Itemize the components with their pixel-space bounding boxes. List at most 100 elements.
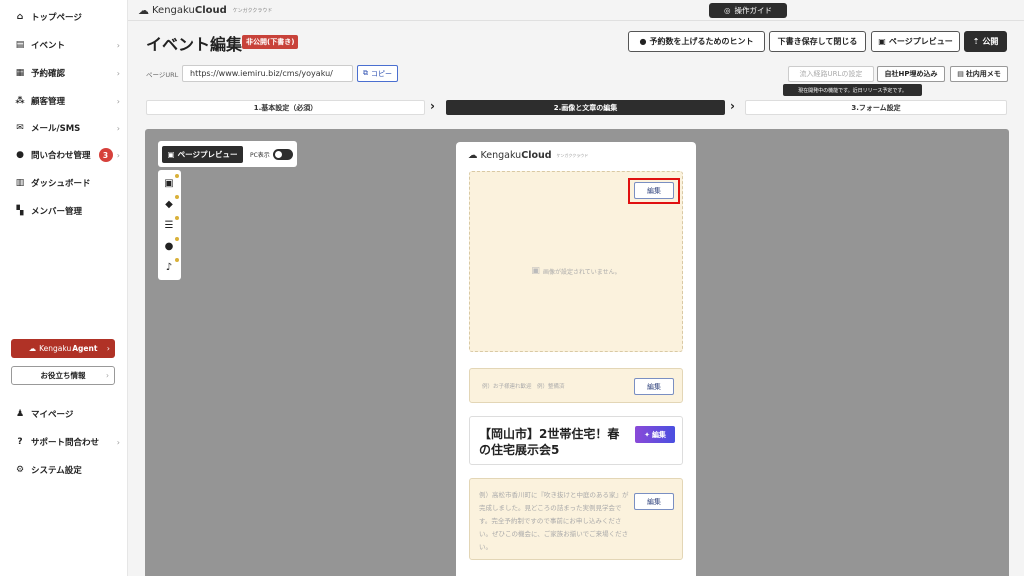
image-edit-button[interactable]: 編集 — [634, 182, 674, 199]
brand-logo[interactable]: ☁ Kengaku Cloud ケンガククラウド — [138, 4, 272, 17]
list-tool-icon[interactable]: ☰ — [163, 216, 179, 231]
publish-label: 公開 — [982, 37, 999, 46]
chat-tool-icon[interactable]: ● — [163, 237, 179, 252]
users-icon: ⁂ — [15, 96, 25, 106]
home-icon: ⌂ — [16, 12, 24, 22]
copy-label: コピー — [371, 69, 392, 78]
step-basic-settings[interactable]: 1.基本設定（必須） — [146, 100, 425, 115]
editor-canvas: ▣ ページプレビュー PC表示 ▣ ◆ ☰ ● ♪ ☁ Kengaku Cloud… — [145, 129, 1009, 576]
phone-brand-bold: Cloud — [521, 150, 552, 161]
sidebar-item-system-settings[interactable]: ⚙ システム設定 — [14, 462, 120, 478]
phone-brand-prefix: Kengaku — [480, 150, 522, 161]
sidebar-item-inquiries[interactable]: ● 問い合わせ管理 3 › — [14, 147, 120, 163]
chevron-right-icon: › — [106, 344, 110, 353]
page-preview-toggle-button[interactable]: ▣ ページプレビュー — [162, 145, 243, 163]
copy-button[interactable]: ⧉ コピー — [357, 65, 398, 82]
grid-icon: ▚ — [16, 206, 24, 216]
sidebar-item-label: サポート問合わせ — [31, 438, 100, 448]
sidebar-item-top[interactable]: ⌂ トップページ — [14, 9, 120, 25]
copy-icon: ⧉ — [363, 69, 368, 77]
useful-info-label: お役立ち情報 — [40, 371, 86, 380]
embed-hp-button[interactable]: 自社HP埋め込み — [877, 66, 945, 82]
event-title: 【岡山市】2世帯住宅！春の住宅展示会5 — [479, 427, 620, 457]
tooltip: 現在開発中の機能です。近日リリース予定です。 — [783, 84, 922, 96]
embed-label: 自社HP埋め込み — [884, 70, 938, 78]
calendar-icon: ▦ — [15, 68, 25, 78]
preview-icon: ▣ — [878, 37, 886, 46]
sidebar-item-label: イベント — [31, 41, 66, 51]
ai-edit-label: 編集 — [651, 430, 666, 439]
save-draft-close-button[interactable]: 下書き保存して閉じる — [769, 31, 866, 52]
sidebar-item-label: トップページ — [31, 13, 82, 23]
chevron-right-icon: › — [116, 150, 120, 160]
tag-placeholder: 例）お子様連れ歓迎 例）整備済 — [482, 384, 565, 390]
topbar: ☁ Kengaku Cloud ケンガククラウド ◎ 操作ガイド — [128, 0, 1024, 21]
step-form-settings[interactable]: 3.フォーム設定 — [745, 100, 1007, 115]
event-title-block[interactable]: 【岡山市】2世帯住宅！春の住宅展示会5 ✦ 編集 — [469, 416, 683, 465]
brand-kana: ケンガククラウド — [232, 8, 273, 14]
operation-guide-button[interactable]: ◎ 操作ガイド — [709, 3, 787, 18]
title-ai-edit-button[interactable]: ✦ 編集 — [635, 426, 675, 443]
pc-view-toggle[interactable] — [272, 148, 293, 160]
image-tool-icon[interactable]: ▣ — [163, 174, 179, 189]
person-icon: ♟ — [15, 409, 25, 419]
hint-label: 予約数を上げるためのヒント — [649, 37, 754, 46]
sidebar-item-customers[interactable]: ⁂ 顧客管理 › — [14, 93, 120, 109]
preview-toolbar: ▣ ページプレビュー PC表示 — [158, 141, 297, 167]
page-url-field[interactable]: https://www.iemiru.biz/cms/yoyaku/ — [182, 65, 353, 82]
sidebar-item-label: メンバー管理 — [31, 207, 83, 217]
tag-tool-icon[interactable]: ◆ — [163, 195, 179, 210]
save-close-label: 下書き保存して閉じる — [777, 37, 858, 46]
sidebar-item-dashboard[interactable]: ▥ ダッシュボード — [14, 175, 120, 191]
chevron-right-icon: › — [116, 123, 120, 133]
description-block[interactable]: 例）高松市香川町に『吹き抜けと中庭のある家』が完成しました。見どころの詰まった実… — [469, 478, 683, 560]
phone-brand-logo: ☁ Kengaku Cloud ケンガククラウド — [468, 150, 588, 161]
gear-icon: ⚙ — [15, 465, 25, 475]
sidebar-item-event[interactable]: ▤ イベント › — [14, 37, 120, 53]
preview-label: ページプレビュー — [888, 37, 953, 46]
cloud-logo-icon: ☁ — [468, 150, 478, 161]
sidebar-item-label: ダッシュボード — [31, 179, 91, 189]
cloud-logo-icon: ☁ — [138, 4, 149, 17]
page-preview-button[interactable]: ▣ ページプレビュー — [871, 31, 960, 52]
brand-bold: Cloud — [194, 5, 227, 16]
sidebar-item-mypage[interactable]: ♟ マイページ — [14, 406, 120, 422]
sparkle-icon: ✦ — [644, 430, 650, 439]
internal-memo-button[interactable]: ▤ 社内用メモ — [950, 66, 1008, 82]
sidebar-item-label: マイページ — [31, 410, 74, 420]
bell-tool-icon[interactable]: ♪ — [163, 258, 179, 273]
kengaku-agent-button[interactable]: ☁ Kengaku Agent › — [11, 339, 115, 358]
help-icon: ? — [17, 437, 23, 447]
sidebar-item-support[interactable]: ? サポート問合わせ › — [14, 434, 120, 450]
agent-bold: Agent — [72, 344, 98, 353]
step-image-text-edit[interactable]: 2.画像と文章の編集 — [446, 100, 725, 115]
phone-brand-kana: ケンガククラウド — [556, 152, 589, 158]
publish-button[interactable]: ⇡ 公開 — [964, 31, 1007, 52]
sidebar-item-reservations[interactable]: ▦ 予約確認 › — [14, 65, 120, 81]
pp-label: ページプレビュー — [177, 149, 238, 159]
sidebar-item-label: 予約確認 — [31, 69, 66, 79]
page-title: イベント編集 — [146, 35, 243, 54]
main-image-block[interactable]: 編集 ▣ 画像が設定されていません。 — [469, 171, 683, 352]
description-edit-button[interactable]: 編集 — [634, 493, 674, 510]
chart-icon: ▥ — [15, 178, 25, 188]
tag-edit-button[interactable]: 編集 — [634, 378, 674, 395]
description-placeholder: 例）高松市香川町に『吹き抜けと中庭のある家』が完成しました。見どころの詰まった実… — [479, 491, 629, 551]
sidebar-item-members[interactable]: ▚ メンバー管理 — [14, 203, 120, 219]
chevron-right-icon: › — [116, 40, 120, 50]
sidebar-item-label: 顧客管理 — [31, 97, 66, 107]
chevron-right-icon: › — [116, 437, 120, 447]
inflow-url-settings-button[interactable]: 流入経路URLの設定 — [788, 66, 874, 82]
useful-info-button[interactable]: お役立ち情報 › — [11, 366, 115, 385]
tag-block[interactable]: 例）お子様連れ歓迎 例）整備済 編集 — [469, 368, 683, 403]
guide-label: 操作ガイド — [734, 6, 773, 15]
sidebar-item-mail[interactable]: ✉ メール/SMS › — [14, 120, 120, 136]
chevron-right-icon: › — [106, 371, 109, 380]
chevron-right-icon: › — [730, 99, 735, 113]
memo-label: 社内用メモ — [965, 70, 1001, 78]
sidebar-item-label: システム設定 — [31, 466, 82, 476]
agent-prefix: Kengaku — [39, 344, 72, 353]
hint-button[interactable]: ● 予約数を上げるためのヒント — [628, 31, 765, 52]
status-badge: 非公開(下書き) — [242, 35, 299, 49]
block-tool-column: ▣ ◆ ☰ ● ♪ — [158, 170, 181, 280]
